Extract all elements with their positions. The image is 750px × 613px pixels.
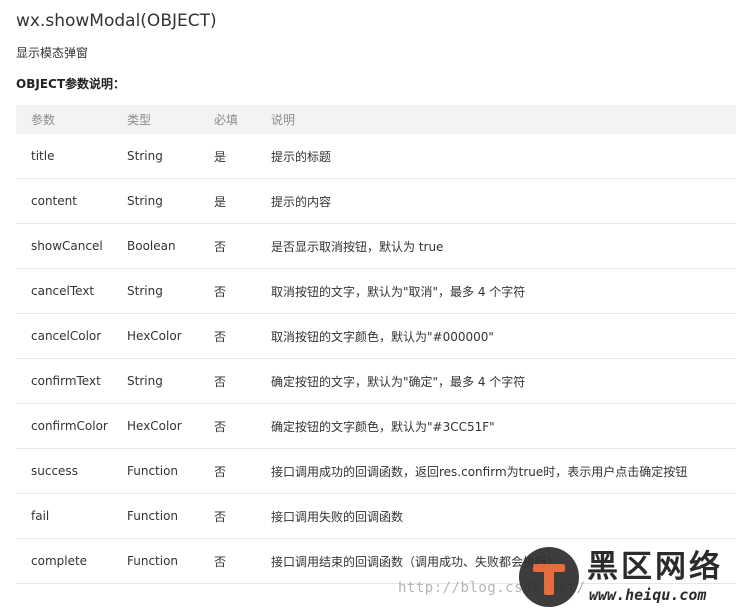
page-title: wx.showModal(OBJECT) [16,11,217,31]
cell-type: Function [127,448,214,494]
table-row: confirmText String 否 确定按钮的文字，默认为"确定"，最多 … [16,358,736,404]
table-row: complete Function 否 接口调用结束的回调函数（调用成功、失败都… [16,538,736,584]
cell-required: 否 [214,448,271,494]
cell-type: String [127,178,214,224]
cell-required: 否 [214,358,271,404]
cell-required: 是 [214,178,271,224]
header-type: 类型 [127,105,214,134]
cell-param: success [16,448,127,494]
cell-desc: 接口调用成功的回调函数，返回res.confirm为true时，表示用户点击确定… [271,448,736,494]
cell-desc: 接口调用失败的回调函数 [271,493,736,539]
cell-desc: 提示的内容 [271,178,736,224]
table-row: success Function 否 接口调用成功的回调函数，返回res.con… [16,448,736,494]
cell-param: confirmText [16,358,127,404]
cell-desc: 确定按钮的文字，默认为"确定"，最多 4 个字符 [271,358,736,404]
cell-required: 是 [214,134,271,179]
page-subtitle: 显示模态弹窗 [16,46,89,60]
cell-desc: 确定按钮的文字颜色，默认为"#3CC51F" [271,403,736,449]
cell-type: String [127,358,214,404]
cell-param: confirmColor [16,403,127,449]
cell-desc: 取消按钮的文字，默认为"取消"，最多 4 个字符 [271,268,736,314]
cell-desc: 提示的标题 [271,134,736,179]
cell-required: 否 [214,538,271,584]
doc-page: wx.showModal(OBJECT) 显示模态弹窗 OBJECT参数说明： … [0,0,750,613]
table-row: fail Function 否 接口调用失败的回调函数 [16,493,736,539]
cell-type: HexColor [127,403,214,449]
cell-required: 否 [214,313,271,359]
logo-domain: www.heiqu.com [589,586,707,604]
cell-param: complete [16,538,127,584]
header-param: 参数 [16,105,127,134]
cell-type: Function [127,538,214,584]
cell-required: 否 [214,223,271,269]
cell-required: 否 [214,403,271,449]
cell-param: cancelColor [16,313,127,359]
cell-required: 否 [214,493,271,539]
cell-type: HexColor [127,313,214,359]
cell-desc: 是否显示取消按钮，默认为 true [271,223,736,269]
cell-type: Function [127,493,214,539]
cell-param: content [16,178,127,224]
cell-required: 否 [214,268,271,314]
table-row: cancelText String 否 取消按钮的文字，默认为"取消"，最多 4… [16,268,736,314]
cell-param: fail [16,493,127,539]
cell-param: title [16,134,127,179]
table-row: showCancel Boolean 否 是否显示取消按钮，默认为 true [16,223,736,269]
cell-type: String [127,134,214,179]
table-row: content String 是 提示的内容 [16,178,736,224]
cell-param: cancelText [16,268,127,314]
cell-param: showCancel [16,223,127,269]
cell-desc: 取消按钮的文字颜色，默认为"#000000" [271,313,736,359]
header-required: 必填 [214,105,271,134]
cell-type: String [127,268,214,314]
table-row: cancelColor HexColor 否 取消按钮的文字颜色，默认为"#00… [16,313,736,359]
cell-type: Boolean [127,223,214,269]
header-desc: 说明 [271,105,736,134]
cell-desc: 接口调用结束的回调函数（调用成功、失败都会执行） [271,538,736,584]
table-header-row: 参数 类型 必填 说明 [16,105,736,134]
section-label: OBJECT参数说明： [16,77,126,91]
table-row: confirmColor HexColor 否 确定按钮的文字颜色，默认为"#3… [16,403,736,449]
params-table: 参数 类型 必填 说明 title String 是 提示的标题 content… [16,105,736,584]
table-row: title String 是 提示的标题 [16,134,736,179]
